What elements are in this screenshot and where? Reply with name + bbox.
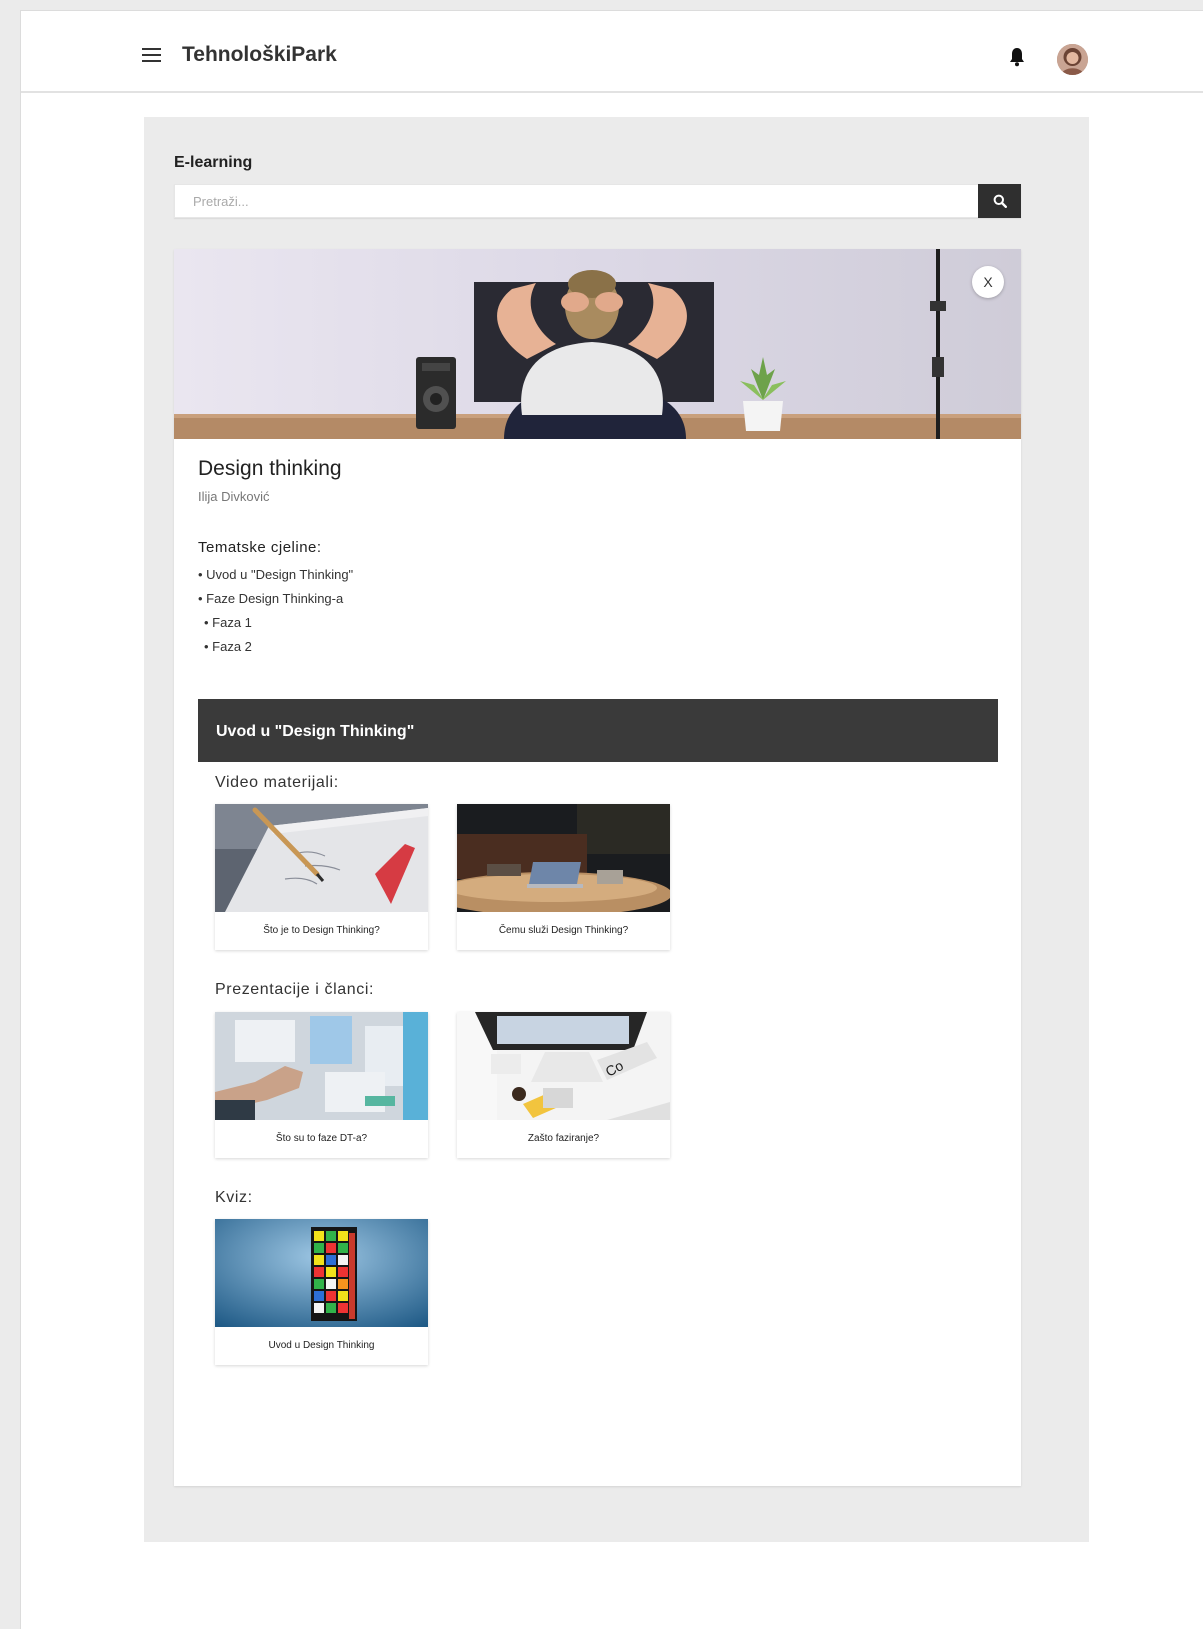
- bell-icon[interactable]: [1009, 47, 1025, 67]
- video-thumbnail: [215, 804, 428, 912]
- module-header: Uvod u "Design Thinking": [198, 699, 998, 762]
- topic-subitem[interactable]: • Faza 2: [198, 638, 353, 662]
- menu-icon[interactable]: [142, 48, 161, 62]
- presentation-thumbnail: [215, 1012, 428, 1120]
- avatar[interactable]: [1057, 44, 1088, 75]
- presentation-thumbnail: Co: [457, 1012, 670, 1120]
- quiz-thumbnail: [215, 1219, 428, 1327]
- search-bar: [174, 184, 1021, 218]
- main-panel: E-learning Pretraži... X Design thinking…: [144, 117, 1089, 1542]
- video-card[interactable]: Čemu služi Design Thinking?: [457, 804, 670, 950]
- video-title: Što je to Design Thinking?: [263, 925, 380, 936]
- module-title: Uvod u "Design Thinking": [216, 723, 415, 740]
- search-button[interactable]: [978, 184, 1021, 218]
- presentation-title: Zašto faziranje?: [527, 1133, 600, 1144]
- presentations-label: Prezentacije i članci:: [215, 981, 375, 998]
- quiz-title: Uvod u Design Thinking: [268, 1340, 375, 1351]
- topics-heading: Tematske cjeline:: [198, 539, 322, 556]
- section-title: E-learning: [174, 154, 253, 171]
- video-thumbnail: [457, 804, 670, 912]
- presentation-title: Što su to faze DT-a?: [275, 1133, 368, 1144]
- video-card[interactable]: Što je to Design Thinking?: [215, 804, 428, 950]
- course-title: Design thinking: [198, 457, 342, 480]
- close-button[interactable]: X: [972, 266, 1004, 298]
- presentation-card[interactable]: Što su to faze DT-a?: [215, 1012, 428, 1158]
- app-window: TehnološkiPark E-learning Pretraži... X …: [20, 10, 1203, 1629]
- video-title: Čemu služi Design Thinking?: [498, 925, 629, 936]
- topic-subitem[interactable]: • Faza 1: [198, 614, 353, 638]
- quiz-card[interactable]: Uvod u Design Thinking: [215, 1219, 428, 1365]
- app-title[interactable]: TehnološkiPark: [182, 43, 337, 67]
- course-author: Ilija Divković: [198, 489, 270, 504]
- video-materials-label: Video materijali:: [215, 774, 339, 791]
- course-hero-image: [174, 249, 1021, 439]
- top-bar: TehnološkiPark: [21, 11, 1203, 93]
- course-card: X Design thinking Ilija Divković Tematsk…: [174, 249, 1021, 1486]
- topic-item[interactable]: • Faze Design Thinking-a: [198, 590, 353, 614]
- topic-item[interactable]: • Uvod u "Design Thinking": [198, 566, 353, 590]
- search-input[interactable]: [175, 185, 979, 217]
- topics-list: • Uvod u "Design Thinking" • Faze Design…: [198, 566, 353, 662]
- quiz-label: Kviz:: [215, 1189, 253, 1206]
- search-icon: [993, 194, 1007, 208]
- presentation-card[interactable]: Co Zašto faziranje?: [457, 1012, 670, 1158]
